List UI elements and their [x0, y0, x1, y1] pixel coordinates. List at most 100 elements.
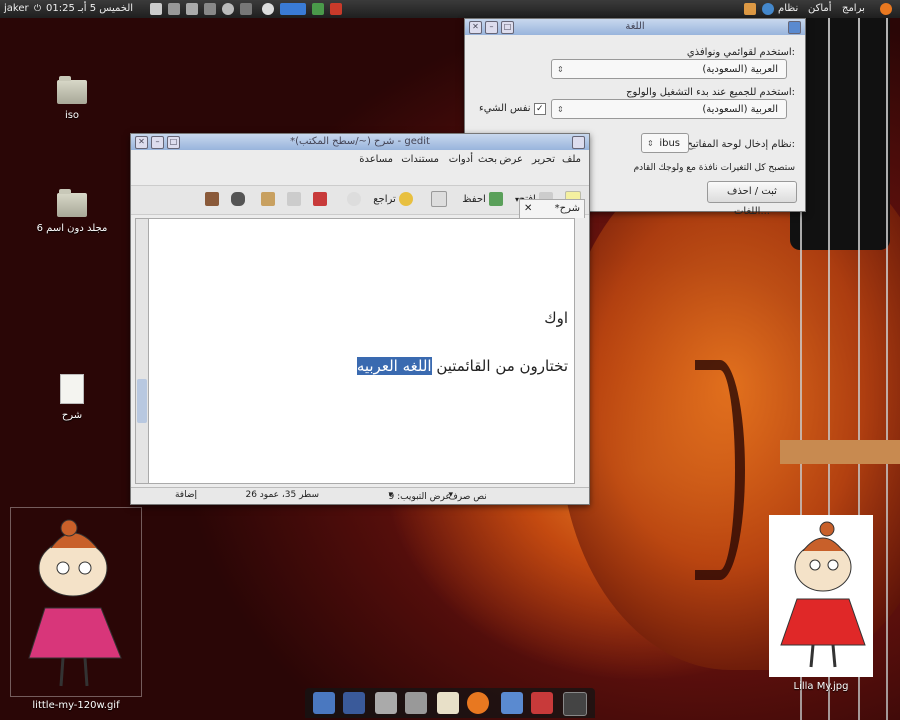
- user-icon[interactable]: [222, 3, 234, 15]
- combo-value: العربية (السعودية): [702, 64, 778, 75]
- tab-label: *شرح: [554, 203, 580, 214]
- find-button[interactable]: [231, 191, 245, 209]
- desktop-image-label: little-my-120w.gif: [32, 700, 120, 711]
- same-checkbox-label: نفس الشيء: [479, 103, 531, 114]
- redo-icon: [347, 192, 361, 206]
- cut-button[interactable]: [313, 191, 327, 209]
- selected-text[interactable]: اللغه العربيه: [356, 357, 432, 375]
- close-icon[interactable]: ✕: [135, 136, 148, 149]
- relogin-note: ستصبح كل التغيرات نافذة مع ولوجك القادم: [633, 163, 795, 173]
- system-menu[interactable]: نظام: [778, 2, 798, 16]
- save-button[interactable]: احفظ: [462, 191, 503, 209]
- print-icon: [431, 191, 447, 207]
- menu-help[interactable]: مساعدة: [359, 154, 393, 165]
- find-replace-icon: [205, 192, 219, 206]
- undo-icon: [399, 192, 413, 206]
- editor-line-1: اوك: [544, 309, 568, 327]
- clock[interactable]: الخميس 5 أبـ 01:25: [46, 2, 133, 16]
- combo-arrows-icon: ⇕: [647, 139, 654, 148]
- save-label: احفظ: [462, 194, 486, 205]
- desktop-image-lilla-my[interactable]: Lilla My.jpg: [769, 515, 873, 692]
- same-checkbox[interactable]: نفس الشيء ✓: [479, 103, 546, 115]
- menus-language-label: استخدم لقوائمي ونوافذي:: [686, 47, 795, 58]
- power-icon[interactable]: ⏻: [34, 2, 41, 16]
- editor-line-2: تختارون من القائمتين اللغه العربيه: [356, 357, 568, 375]
- folder-icon: [57, 76, 87, 104]
- documents-icon[interactable]: [405, 692, 427, 714]
- close-icon[interactable]: ✕: [469, 21, 482, 34]
- menu-documents[interactable]: مستندات: [401, 154, 439, 165]
- gedit-titlebar[interactable]: ✕ – □ *شرح (~/سطح المكتب) - gedit: [131, 134, 589, 150]
- print-button[interactable]: [431, 191, 447, 209]
- input-method-label: نظام إدخال لوحة المفاتيح:: [686, 139, 795, 150]
- tab-width-selector[interactable]: عرض التبويب: 9 ▾: [388, 490, 450, 502]
- users-icon[interactable]: [312, 3, 324, 15]
- software-center-icon[interactable]: [531, 692, 553, 714]
- firefox-icon[interactable]: [467, 692, 489, 714]
- workspace-icon[interactable]: [343, 692, 365, 714]
- checkbox-check-icon[interactable]: ✓: [533, 103, 546, 115]
- combo-value: العربية (السعودية): [702, 104, 778, 115]
- scrollbar-thumb[interactable]: [137, 379, 147, 423]
- speaker-icon[interactable]: [240, 3, 252, 15]
- tab-width-label: عرض التبويب: 9: [388, 492, 451, 502]
- applications-menu[interactable]: برامج: [842, 2, 865, 16]
- menu-tools[interactable]: أدوات: [449, 154, 473, 165]
- gedit-dock-icon[interactable]: [437, 692, 459, 714]
- redo-button[interactable]: [347, 191, 361, 209]
- bottom-dock: [305, 688, 595, 718]
- menu-search[interactable]: بحث: [478, 154, 497, 165]
- files-icon[interactable]: [313, 692, 335, 714]
- tab-close-icon[interactable]: ✕: [524, 200, 532, 218]
- help-icon[interactable]: [744, 3, 756, 15]
- folder-icon: [57, 189, 87, 217]
- network-icon[interactable]: [168, 3, 180, 15]
- mail-icon[interactable]: [150, 3, 162, 15]
- menus-language-combo[interactable]: ⇕ العربية (السعودية): [551, 59, 787, 79]
- undo-button[interactable]: تراجع: [373, 191, 413, 209]
- menu-file[interactable]: ملف: [562, 154, 581, 165]
- trash-icon[interactable]: [375, 692, 397, 714]
- text-editor[interactable]: اوك تختارون من القائمتين اللغه العربيه: [135, 218, 575, 484]
- desktop-image-little-my[interactable]: little-my-120w.gif: [10, 507, 142, 711]
- browser-icon[interactable]: [762, 3, 774, 15]
- network-dock-icon[interactable]: [501, 692, 523, 714]
- menu-edit[interactable]: تحرير: [532, 154, 555, 165]
- binoculars-icon: [231, 192, 245, 206]
- maximize-icon[interactable]: □: [167, 136, 180, 149]
- gedit-window: ✕ – □ *شرح (~/سطح المكتب) - gedit ملف تح…: [130, 133, 590, 505]
- input-method-combo[interactable]: ⇕ ibus: [641, 133, 689, 153]
- chrome-icon[interactable]: [262, 3, 274, 15]
- minimize-icon[interactable]: –: [151, 136, 164, 149]
- startup-language-label: استخدم للجميع عند بدء التشغيل والولوج:: [626, 87, 795, 98]
- places-menu[interactable]: أماكن: [808, 2, 832, 16]
- desktop-icon-unnamed-folder[interactable]: مجلد دون اسم 6: [32, 189, 112, 234]
- tab-sharh[interactable]: *شرح ✕: [519, 199, 585, 218]
- menu-view[interactable]: عرض: [499, 154, 523, 165]
- user-name[interactable]: jaker: [4, 2, 29, 16]
- undo-label: تراجع: [373, 194, 396, 205]
- copy-button[interactable]: [287, 191, 301, 209]
- replace-button[interactable]: [205, 191, 219, 209]
- startup-language-combo[interactable]: ⇕ العربية (السعودية): [551, 99, 787, 119]
- bluetooth-icon[interactable]: [204, 3, 216, 15]
- ubuntu-logo-icon[interactable]: [880, 3, 892, 15]
- terminal-icon[interactable]: [563, 692, 587, 716]
- combo-arrows-icon: ⇕: [557, 105, 564, 114]
- cut-icon: [313, 192, 327, 206]
- desktop-icon-sharh[interactable]: شرح: [32, 374, 112, 421]
- window-title: *شرح (~/سطح المكتب) - gedit: [290, 136, 430, 147]
- keyboard-icon: [788, 21, 801, 34]
- install-remove-languages-button[interactable]: ثبت / احذف اللغات...: [707, 181, 797, 217]
- workspace-switcher[interactable]: [280, 3, 306, 15]
- package-icon[interactable]: [330, 3, 342, 15]
- vertical-scrollbar[interactable]: [135, 218, 149, 484]
- language-dialog-titlebar[interactable]: ✕ – □ اللغة: [465, 19, 805, 35]
- save-icon: [489, 192, 503, 206]
- insert-mode: إضافة: [174, 490, 197, 500]
- paste-button[interactable]: [261, 191, 275, 209]
- battery-icon[interactable]: [186, 3, 198, 15]
- maximize-icon[interactable]: □: [501, 21, 514, 34]
- minimize-icon[interactable]: –: [485, 21, 498, 34]
- desktop-icon-iso[interactable]: iso: [32, 76, 112, 121]
